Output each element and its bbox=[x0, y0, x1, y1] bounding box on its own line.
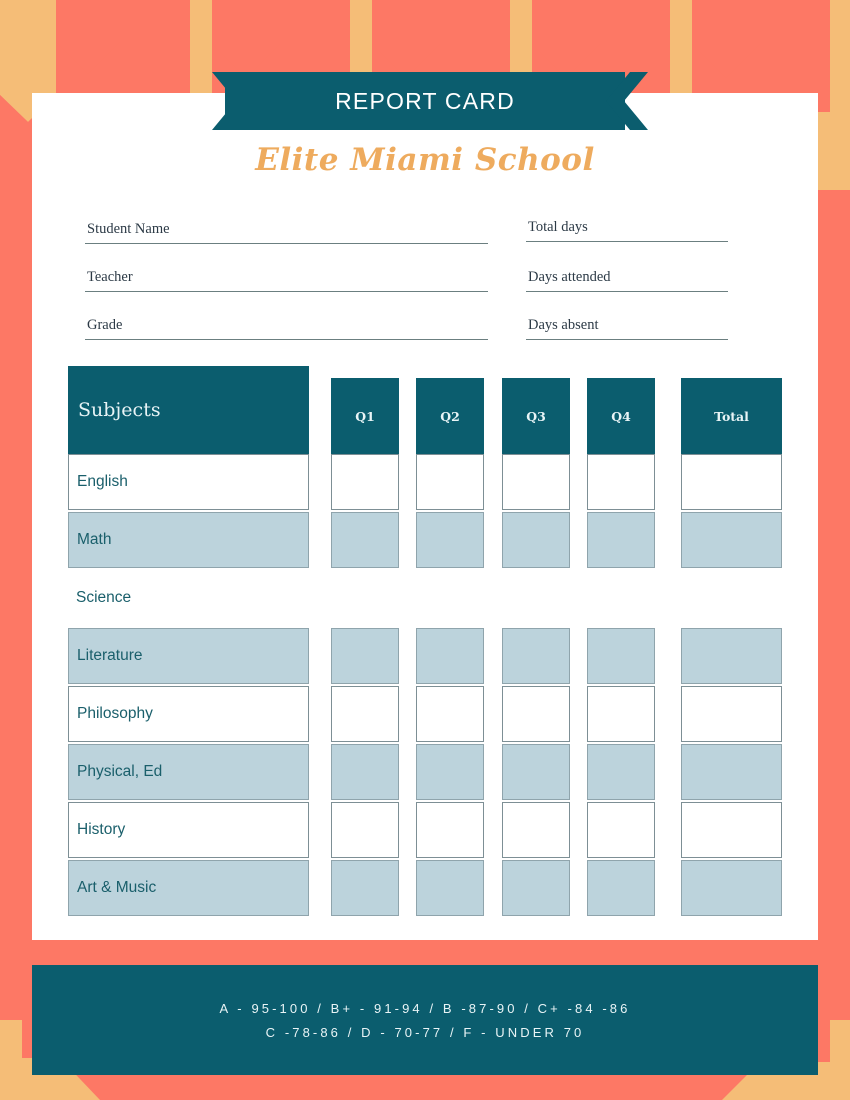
cell-q1[interactable] bbox=[331, 454, 399, 510]
cell-q3[interactable] bbox=[502, 860, 570, 916]
header-q2: Q2 bbox=[416, 378, 484, 454]
cell-total[interactable] bbox=[681, 512, 782, 568]
header-q4: Q4 bbox=[587, 378, 655, 454]
cell-q4[interactable] bbox=[587, 744, 655, 800]
school-name: Elite Miami School bbox=[255, 142, 595, 178]
cell-total[interactable] bbox=[681, 802, 782, 858]
cell-subject: English bbox=[68, 454, 309, 510]
cell-subject: History bbox=[68, 802, 309, 858]
header-total: Total bbox=[681, 378, 782, 454]
cell-q4[interactable] bbox=[587, 454, 655, 510]
cell-q4[interactable] bbox=[587, 802, 655, 858]
header-q3: Q3 bbox=[502, 378, 570, 454]
cell-q2[interactable] bbox=[416, 512, 484, 568]
field-total-days[interactable]: Total days bbox=[526, 196, 728, 242]
cell-q1[interactable] bbox=[331, 570, 399, 626]
cell-q1[interactable] bbox=[331, 860, 399, 916]
cell-total[interactable] bbox=[681, 570, 782, 626]
banner-bar: REPORT CARD bbox=[225, 72, 625, 130]
cell-subject: Art & Music bbox=[68, 860, 309, 916]
header-subjects: Subjects bbox=[68, 366, 309, 454]
table-row: Physical, Ed bbox=[68, 744, 782, 802]
table-row: Art & Music bbox=[68, 860, 782, 918]
cell-q2[interactable] bbox=[416, 802, 484, 858]
banner-title: REPORT CARD bbox=[335, 87, 515, 114]
table-row: Science bbox=[68, 570, 782, 628]
table-row: English bbox=[68, 454, 782, 512]
cell-subject: Philosophy bbox=[68, 686, 309, 742]
cell-q1[interactable] bbox=[331, 628, 399, 684]
cell-q1[interactable] bbox=[331, 686, 399, 742]
grading-scale-line-2: C -78-86 / D - 70-77 / F - UNDER 70 bbox=[265, 1024, 585, 1040]
field-days-attended[interactable]: Days attended bbox=[526, 246, 728, 292]
cell-total[interactable] bbox=[681, 860, 782, 916]
cell-q3[interactable] bbox=[502, 570, 570, 626]
cell-q3[interactable] bbox=[502, 744, 570, 800]
table-row: Philosophy bbox=[68, 686, 782, 744]
cell-q2[interactable] bbox=[416, 686, 484, 742]
cell-q4[interactable] bbox=[587, 628, 655, 684]
cell-q2[interactable] bbox=[416, 628, 484, 684]
field-student-name-label: Student Name bbox=[87, 221, 170, 237]
cell-q2[interactable] bbox=[416, 744, 484, 800]
table-row: History bbox=[68, 802, 782, 860]
cell-q4[interactable] bbox=[587, 570, 655, 626]
cell-q3[interactable] bbox=[502, 686, 570, 742]
grading-scale-footer: A - 95-100 / B+ - 91-94 / B -87-90 / C+ … bbox=[32, 965, 818, 1075]
field-days-absent[interactable]: Days absent bbox=[526, 294, 728, 340]
cell-q4[interactable] bbox=[587, 686, 655, 742]
cell-q4[interactable] bbox=[587, 512, 655, 568]
field-teacher-label: Teacher bbox=[87, 269, 133, 285]
cell-q3[interactable] bbox=[502, 512, 570, 568]
table-row: Math bbox=[68, 512, 782, 570]
header-q1: Q1 bbox=[331, 378, 399, 454]
cell-q3[interactable] bbox=[502, 454, 570, 510]
field-teacher[interactable]: Teacher bbox=[85, 246, 488, 292]
field-grade-label: Grade bbox=[87, 317, 123, 333]
cell-q1[interactable] bbox=[331, 802, 399, 858]
cell-q2[interactable] bbox=[416, 860, 484, 916]
grading-scale-line-1: A - 95-100 / B+ - 91-94 / B -87-90 / C+ … bbox=[219, 1000, 631, 1016]
cell-q4[interactable] bbox=[587, 860, 655, 916]
cell-total[interactable] bbox=[681, 628, 782, 684]
cell-subject: Literature bbox=[68, 628, 309, 684]
cell-subject: Physical, Ed bbox=[68, 744, 309, 800]
table-header-row: Subjects Q1 Q2 Q3 Q4 Total bbox=[68, 366, 782, 454]
field-days-attended-label: Days attended bbox=[528, 269, 611, 285]
cell-q1[interactable] bbox=[331, 744, 399, 800]
cell-q1[interactable] bbox=[331, 512, 399, 568]
cell-q3[interactable] bbox=[502, 802, 570, 858]
cell-total[interactable] bbox=[681, 686, 782, 742]
table-row: Literature bbox=[68, 628, 782, 686]
table-body: English Math Science Literature Philosophy Ph… bbox=[68, 454, 782, 918]
field-student-name[interactable]: Student Name bbox=[85, 200, 488, 244]
cell-q2[interactable] bbox=[416, 454, 484, 510]
cell-total[interactable] bbox=[681, 744, 782, 800]
field-total-days-label: Total days bbox=[528, 219, 588, 235]
cell-subject: Math bbox=[68, 512, 309, 568]
grades-table: Subjects Q1 Q2 Q3 Q4 Total English Math Sc… bbox=[68, 366, 782, 918]
cell-total[interactable] bbox=[681, 454, 782, 510]
student-info-fields: Student Name Teacher Grade Total days Da… bbox=[32, 200, 818, 350]
field-days-absent-label: Days absent bbox=[528, 317, 599, 333]
cell-q3[interactable] bbox=[502, 628, 570, 684]
field-grade[interactable]: Grade bbox=[85, 294, 488, 340]
cell-q2[interactable] bbox=[416, 570, 484, 626]
cell-subject: Science bbox=[76, 589, 132, 606]
